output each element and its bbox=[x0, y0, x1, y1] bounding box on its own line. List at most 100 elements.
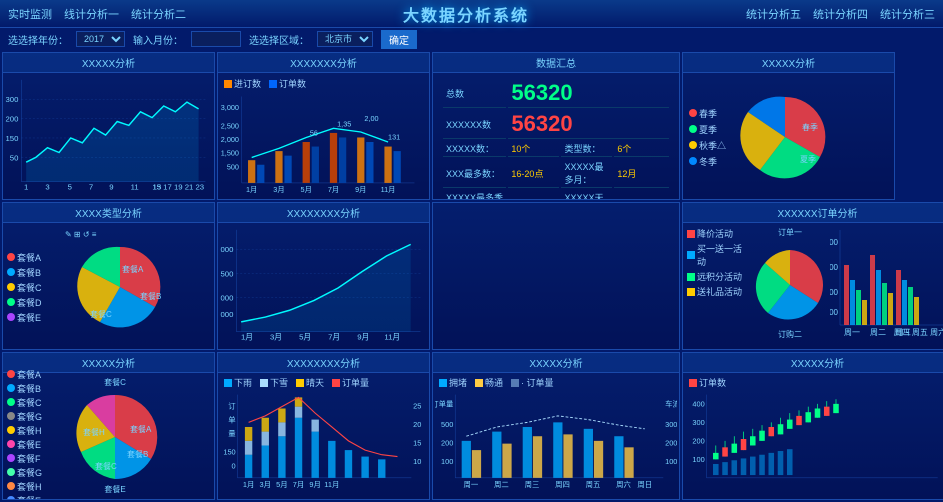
nav-left[interactable]: 实时监测 线计分析一 统计分析二 bbox=[8, 6, 186, 22]
panel-title-9: XXXXXXXX分析 bbox=[218, 353, 429, 373]
confirm-button[interactable]: 确定 bbox=[381, 30, 417, 49]
svg-text:2,500: 2,500 bbox=[221, 121, 239, 130]
svg-text:周二: 周二 bbox=[870, 328, 886, 337]
svg-text:9: 9 bbox=[109, 182, 113, 191]
svg-text:11: 11 bbox=[131, 182, 139, 191]
panel-title-7: XXXXXX订单分析 bbox=[683, 203, 943, 223]
month-label: 输入月份： bbox=[133, 32, 183, 47]
svg-text:2,000: 2,000 bbox=[830, 238, 839, 247]
svg-text:1,500: 1,500 bbox=[830, 263, 839, 272]
panel-line-chart: XXXXX分析 300 200 150 50 1 bbox=[2, 52, 215, 200]
panel-weather-chart: XXXXXXXX分析 下雨 下雪 晴天 订单量 订 单 量 150 0 25 2… bbox=[217, 352, 430, 500]
svg-text:7: 7 bbox=[89, 182, 93, 191]
svg-text:10: 10 bbox=[413, 457, 421, 466]
svg-text:套餐B: 套餐B bbox=[127, 449, 148, 459]
svg-text:100: 100 bbox=[441, 457, 453, 466]
panel-stock-chart: XXXXX分析 订单数 400 300 200 100 bbox=[682, 352, 943, 500]
panel-content-6: 3,000 2,500 2,000 1,000 1月 3月 5月 7月 9月 1… bbox=[218, 223, 429, 350]
svg-text:订单量: 订单量 bbox=[435, 400, 454, 409]
nav-stats-3[interactable]: 统计分析三 bbox=[880, 6, 935, 22]
svg-text:周三: 周三 bbox=[525, 480, 540, 489]
svg-text:5月: 5月 bbox=[299, 332, 311, 341]
svg-text:春季: 春季 bbox=[802, 122, 818, 132]
svg-text:量: 量 bbox=[228, 429, 236, 438]
svg-text:订单一: 订单一 bbox=[778, 227, 802, 237]
svg-text:套餐A: 套餐A bbox=[122, 264, 144, 274]
panel-large-pie: XXXXX分析 套餐A 套餐B 套餐C 套餐G 套餐H 套餐E 套餐F 套餐G … bbox=[2, 352, 215, 500]
panel-content-8: 套餐A 套餐B 套餐C 套餐G 套餐H 套餐E 套餐F 套餐G 套餐H 套餐E … bbox=[3, 373, 214, 500]
svg-text:300: 300 bbox=[5, 95, 18, 104]
panel-title-stats: 数据汇总 bbox=[433, 53, 679, 73]
svg-text:500: 500 bbox=[227, 162, 239, 171]
svg-text:15 17 19 21 23: 15 17 19 21 23 bbox=[152, 182, 204, 191]
svg-text:100: 100 bbox=[665, 457, 677, 466]
svg-text:9月: 9月 bbox=[355, 185, 366, 194]
main-grid: XXXXX分析 300 200 150 50 1 bbox=[0, 50, 943, 502]
svg-text:周五: 周五 bbox=[586, 480, 601, 489]
svg-text:500: 500 bbox=[441, 420, 453, 429]
svg-text:400: 400 bbox=[692, 400, 704, 409]
svg-text:套餐H: 套餐H bbox=[83, 427, 105, 437]
panel-order-analysis: XXXXXX订单分析 降价活动 买一送一活动 远积分活动 送礼品活动 订单一 订… bbox=[682, 202, 943, 350]
region-label: 选选择区域： bbox=[249, 32, 309, 47]
svg-text:2,000: 2,000 bbox=[221, 135, 239, 144]
svg-text:11月: 11月 bbox=[381, 185, 396, 194]
panel-title-1: XXXXX分析 bbox=[3, 53, 214, 73]
svg-text:20: 20 bbox=[413, 420, 421, 429]
svg-text:3: 3 bbox=[45, 182, 49, 191]
month-input[interactable] bbox=[191, 31, 241, 47]
nav-line-analysis[interactable]: 线计分析一 bbox=[64, 6, 119, 22]
svg-text:周日: 周日 bbox=[637, 480, 652, 489]
panel-title-2: XXXXXXX分析 bbox=[218, 53, 429, 73]
svg-text:25: 25 bbox=[413, 401, 421, 410]
panel-content-2: 进订数 订单数 3,000 2,500 2,000 1,500 500 bbox=[218, 73, 429, 200]
svg-text:套餐C: 套餐C bbox=[104, 377, 126, 387]
nav-stats-4[interactable]: 统计分析四 bbox=[813, 6, 868, 22]
svg-text:车流量: 车流量 bbox=[665, 400, 677, 409]
svg-text:套餐C: 套餐C bbox=[95, 461, 117, 471]
panel-line-chart-2: XXXXXXXX分析 3,000 2,500 2,000 1,000 1月 3月… bbox=[217, 202, 430, 350]
svg-text:7月: 7月 bbox=[293, 480, 304, 489]
nav-stats-5[interactable]: 统计分析五 bbox=[746, 6, 801, 22]
panel-title-6: XXXXXXXX分析 bbox=[218, 203, 429, 223]
nav-right[interactable]: 统计分析五 统计分析四 统计分析三 bbox=[746, 6, 935, 22]
svg-text:1,000: 1,000 bbox=[830, 288, 839, 297]
svg-text:订购二: 订购二 bbox=[778, 329, 802, 339]
svg-text:1,35: 1,35 bbox=[337, 120, 351, 129]
svg-text:3,000: 3,000 bbox=[221, 103, 239, 112]
svg-text:3月: 3月 bbox=[270, 332, 282, 341]
svg-text:5: 5 bbox=[68, 182, 72, 191]
svg-text:2,00: 2,00 bbox=[364, 114, 378, 123]
panel-placeholder: - bbox=[432, 202, 680, 350]
nav-stats-2[interactable]: 统计分析二 bbox=[131, 6, 186, 22]
page-title: 大数据分析系统 bbox=[403, 2, 529, 26]
svg-text:周四 周五 周六 周日: 周四 周五 周六 周日 bbox=[894, 327, 943, 337]
svg-text:1,000: 1,000 bbox=[220, 310, 233, 319]
nav-realtime[interactable]: 实时监测 bbox=[8, 6, 52, 22]
svg-text:周六: 周六 bbox=[616, 480, 631, 489]
svg-text:周一: 周一 bbox=[844, 328, 860, 337]
year-select[interactable]: 201720162018 bbox=[76, 31, 125, 47]
region-select[interactable]: 北京市上海市 bbox=[317, 31, 373, 47]
svg-text:7月: 7月 bbox=[328, 332, 340, 341]
panel-pie-seasons: XXXXX分析 春季 夏季 秋季△ 冬季 春季 夏季 bbox=[682, 52, 895, 200]
svg-text:3,000: 3,000 bbox=[220, 245, 233, 254]
year-label: 选选择年份： bbox=[8, 32, 68, 47]
svg-text:夏季: 夏季 bbox=[800, 154, 816, 164]
svg-text:9月: 9月 bbox=[309, 480, 320, 489]
svg-text:1月: 1月 bbox=[246, 185, 257, 194]
panel-content-4: 春季 夏季 秋季△ 冬季 春季 夏季 bbox=[683, 73, 894, 200]
svg-text:1月: 1月 bbox=[241, 332, 253, 341]
svg-text:7月: 7月 bbox=[328, 185, 339, 194]
svg-text:1月: 1月 bbox=[243, 480, 254, 489]
svg-text:200: 200 bbox=[665, 438, 677, 447]
panel-traffic-chart: XXXXX分析 拥堵 畅通 · 订单量 订单量 500 200 100 车流量 … bbox=[432, 352, 680, 500]
panel-content-5: 套餐A 套餐B 套餐C 套餐D 套餐E ✎ ⊞ ↺ ≡ 套餐A 套餐B 套餐C bbox=[3, 223, 214, 350]
svg-text:套餐E: 套餐E bbox=[104, 484, 125, 494]
svg-text:✎ ⊞ ↺ ≡: ✎ ⊞ ↺ ≡ bbox=[65, 230, 97, 239]
panel-content-stats: 总数 56320 XXXXXX数 56320 XXXXX数： 10个 类型数： … bbox=[433, 73, 679, 200]
svg-text:2,000: 2,000 bbox=[220, 294, 233, 303]
panel-content-9: 下雨 下雪 晴天 订单量 订 单 量 150 0 25 20 15 10 bbox=[218, 373, 429, 500]
header: 实时监测 线计分析一 统计分析二 大数据分析系统 统计分析五 统计分析四 统计分… bbox=[0, 0, 943, 28]
svg-text:周一: 周一 bbox=[464, 480, 479, 489]
